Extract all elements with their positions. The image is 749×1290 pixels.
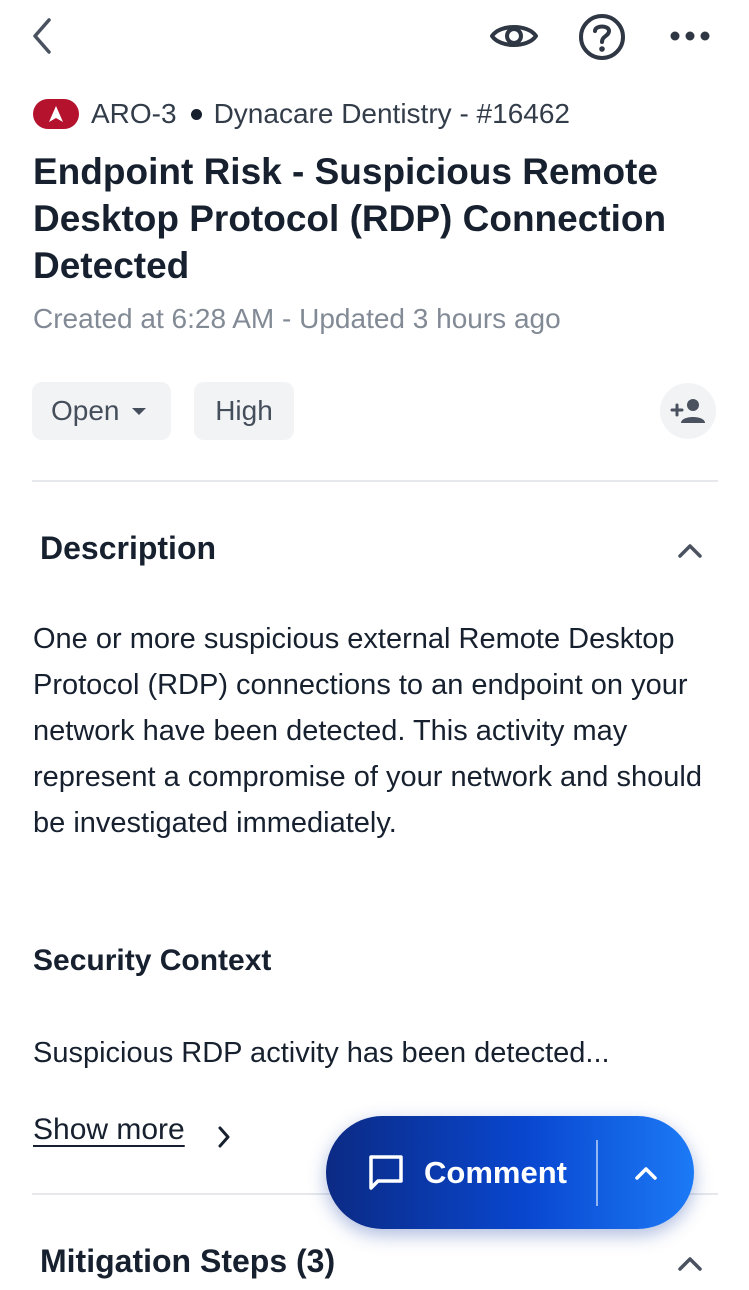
alert-timestamps: Created at 6:28 AM - Updated 3 hours ago bbox=[33, 303, 561, 334]
add-person-icon bbox=[670, 399, 705, 423]
chat-bubble-icon bbox=[369, 1154, 403, 1190]
description-heading: Description bbox=[40, 530, 217, 566]
assign-user-button[interactable] bbox=[660, 383, 716, 439]
customer-reference: Dynacare Dentistry - #16462 bbox=[213, 98, 570, 129]
alert-meta-line: ARO-3 Dynacare Dentistry - #16462 bbox=[33, 94, 570, 134]
description-body: One or more suspicious external Remote D… bbox=[33, 623, 702, 839]
eye-icon bbox=[490, 25, 538, 47]
divider bbox=[32, 480, 718, 482]
caret-down-icon bbox=[131, 407, 146, 415]
more-options-button[interactable] bbox=[664, 18, 716, 54]
expand-comments-button[interactable] bbox=[598, 1116, 694, 1229]
chevron-right-icon bbox=[216, 1125, 232, 1149]
priority-label: High bbox=[215, 395, 273, 426]
brand-a-logo bbox=[33, 99, 79, 129]
comment-button[interactable]: Comment bbox=[326, 1116, 596, 1229]
security-context-heading: Security Context bbox=[33, 944, 272, 977]
collapse-description-button[interactable] bbox=[668, 533, 712, 569]
mitigation-steps-heading: Mitigation Steps (3) bbox=[40, 1243, 336, 1279]
alert-code: ARO-3 bbox=[91, 98, 177, 129]
separator-dot bbox=[190, 108, 202, 120]
alert-title: Endpoint Risk - Suspicious Remote Deskto… bbox=[33, 151, 667, 286]
chevron-up-icon bbox=[635, 1166, 657, 1180]
chevron-up-icon bbox=[678, 1257, 702, 1271]
status-dropdown[interactable]: Open bbox=[32, 382, 171, 440]
help-button[interactable] bbox=[576, 11, 628, 63]
back-button[interactable] bbox=[22, 14, 62, 58]
show-more-link[interactable]: Show more bbox=[33, 1113, 185, 1147]
question-circle-icon bbox=[579, 14, 625, 60]
priority-chip[interactable]: High bbox=[194, 382, 294, 440]
comment-fab: Comment bbox=[326, 1116, 694, 1229]
watch-button[interactable] bbox=[486, 14, 542, 58]
show-more-label: Show more bbox=[33, 1113, 185, 1146]
ellipsis-icon bbox=[670, 31, 710, 41]
chevron-left-icon bbox=[33, 18, 51, 54]
comment-label: Comment bbox=[424, 1154, 567, 1190]
security-context-preview: Suspicious RDP activity has been detecte… bbox=[33, 1037, 610, 1069]
status-label: Open bbox=[51, 395, 120, 426]
chevron-up-icon bbox=[678, 544, 702, 558]
collapse-mitigation-button[interactable] bbox=[668, 1246, 712, 1282]
